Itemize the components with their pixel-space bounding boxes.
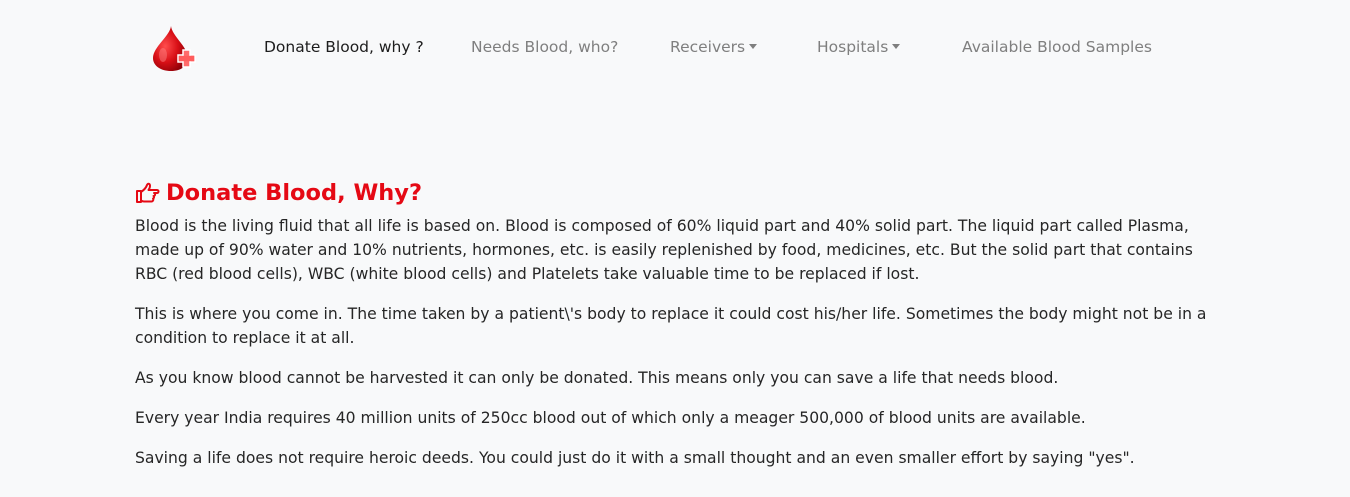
nav-available-blood-samples[interactable]: Available Blood Samples	[962, 37, 1152, 57]
nav-receivers-label: Receivers	[670, 38, 746, 56]
nav-hospitals-dropdown[interactable]: Hospitals	[817, 37, 901, 57]
section-title-text: Donate Blood, Why?	[166, 180, 423, 206]
section-title: Donate Blood, Why?	[135, 178, 1215, 208]
paragraph-only-donated: As you know blood cannot be harvested it…	[135, 369, 1059, 387]
nav-donate-blood-why-label: Donate Blood, why ?	[264, 38, 424, 56]
caret-down-icon	[749, 44, 758, 49]
nav-needs-blood-who[interactable]: Needs Blood, who?	[471, 37, 618, 57]
paragraph-where-you-come-in: This is where you come in. The time take…	[135, 305, 1207, 347]
paragraph-blood-composition: Blood is the living fluid that all life …	[135, 217, 1193, 283]
caret-down-icon	[892, 44, 901, 49]
navbar: Donate Blood, why ? Needs Blood, who? Re…	[0, 0, 1350, 95]
paragraph-india-requirement: Every year India requires 40 million uni…	[135, 409, 1086, 427]
nav-available-blood-samples-label: Available Blood Samples	[962, 38, 1152, 56]
blood-drop-logo-icon[interactable]	[149, 24, 199, 72]
nav-donate-blood-why[interactable]: Donate Blood, why ?	[264, 37, 424, 57]
paragraph-saving-a-life: Saving a life does not require heroic de…	[135, 449, 1135, 467]
nav-needs-blood-who-label: Needs Blood, who?	[471, 38, 619, 56]
main-content: Donate Blood, Why? Blood is the living f…	[135, 178, 1215, 470]
nav-receivers-dropdown[interactable]: Receivers	[670, 37, 758, 57]
hand-pointing-right-icon	[136, 182, 160, 203]
nav-hospitals-label: Hospitals	[817, 38, 889, 56]
